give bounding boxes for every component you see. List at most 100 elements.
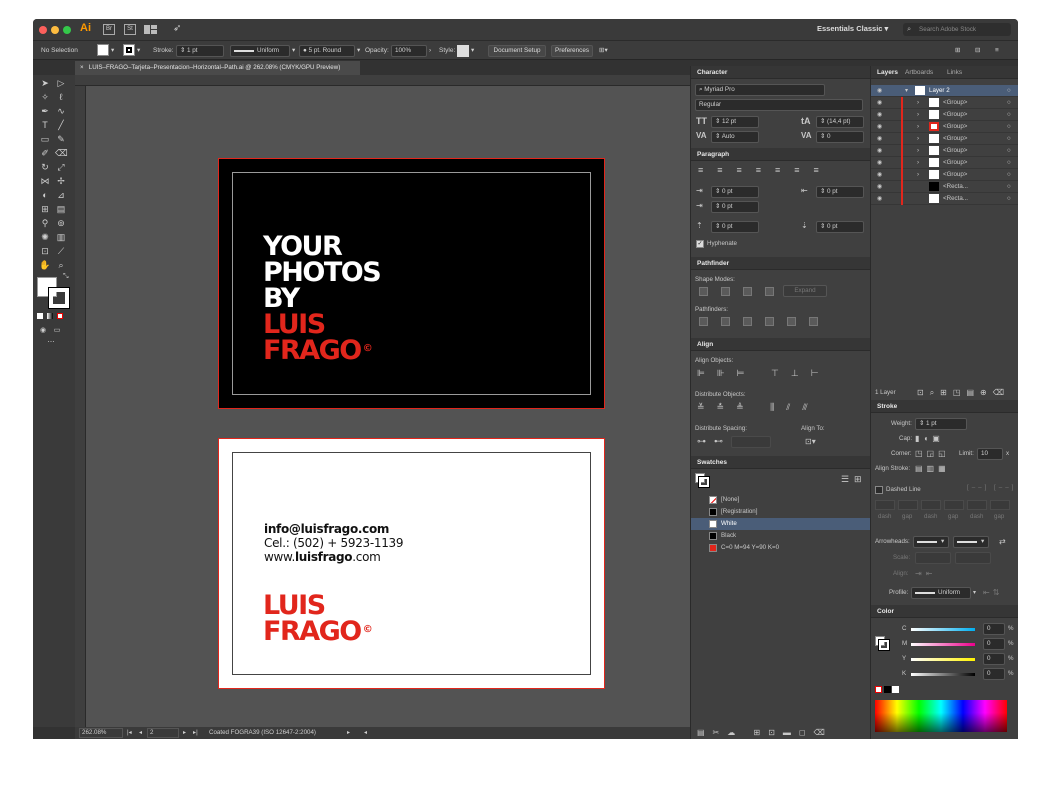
paintbrush-tool-icon[interactable]: ✎ bbox=[55, 133, 67, 145]
leading-field[interactable]: ⇕ (14,4 pt) bbox=[816, 116, 864, 128]
layer-row[interactable]: ◉ <Recta... ○ bbox=[871, 181, 1018, 193]
dashed-line-checkbox[interactable] bbox=[875, 486, 883, 494]
minus-front-icon[interactable] bbox=[721, 287, 730, 296]
none-mode-icon[interactable] bbox=[57, 313, 63, 319]
stroke-weight-input[interactable]: ⇕ 1 pt bbox=[915, 418, 967, 430]
status-arrow-icon[interactable]: ◂ bbox=[364, 727, 367, 739]
rectangle-tool-icon[interactable]: ▭ bbox=[39, 133, 51, 145]
white-color-icon[interactable] bbox=[892, 686, 899, 693]
zoom-window-button[interactable] bbox=[63, 26, 71, 34]
chevron-right-icon[interactable]: › bbox=[429, 45, 431, 57]
color-spectrum[interactable] bbox=[875, 700, 1007, 732]
list-view-icon[interactable]: ☰ bbox=[841, 474, 849, 485]
font-family-field[interactable]: ⌕ Myriad Pro bbox=[695, 84, 825, 96]
layer-row[interactable]: ◉ › <Group> ○ bbox=[871, 157, 1018, 169]
unite-icon[interactable] bbox=[699, 287, 708, 296]
chevron-down-icon[interactable]: ▾ bbox=[111, 45, 114, 57]
horizontal-ruler[interactable] bbox=[75, 75, 690, 86]
align-panel-icon[interactable]: ⊟ bbox=[975, 45, 980, 57]
arrow-align-buttons[interactable]: ⇥⇤ bbox=[915, 569, 936, 578]
stock-button[interactable]: St bbox=[124, 24, 136, 35]
hyphenate-checkbox[interactable]: ✓ bbox=[696, 240, 704, 248]
slice-tool-icon[interactable]: ⟋ bbox=[55, 245, 67, 257]
dash-alignment-buttons[interactable]: [‒‒] [‒‒] bbox=[967, 484, 1016, 491]
magenta-slider[interactable] bbox=[911, 643, 975, 646]
divide-icon[interactable] bbox=[699, 317, 708, 326]
variable-width-profile[interactable]: Uniform bbox=[230, 45, 290, 57]
last-artboard-icon[interactable]: ▸| bbox=[193, 727, 198, 739]
layer-row[interactable]: ◉ › <Group> ○ bbox=[871, 97, 1018, 109]
gradient-mode-icon[interactable] bbox=[47, 313, 53, 319]
direct-selection-tool-icon[interactable]: ▷ bbox=[55, 77, 67, 89]
merge-icon[interactable] bbox=[743, 317, 752, 326]
intersect-icon[interactable] bbox=[743, 287, 752, 296]
cyan-slider[interactable] bbox=[911, 628, 975, 631]
hand-tool-icon[interactable]: ✋ bbox=[39, 259, 51, 271]
first-artboard-icon[interactable]: |◂ bbox=[127, 727, 132, 739]
tab-layers[interactable]: Layers bbox=[877, 66, 898, 79]
previous-artboard-icon[interactable]: ◂ bbox=[139, 727, 142, 739]
gradient-tool-icon[interactable]: ▤ bbox=[55, 203, 67, 215]
paragraph-panel-header[interactable]: Paragraph bbox=[691, 148, 870, 161]
cap-buttons[interactable]: ▮◖▣ bbox=[915, 434, 944, 443]
minimize-window-button[interactable] bbox=[51, 26, 59, 34]
none-color-icon[interactable] bbox=[875, 686, 882, 693]
zoom-level-field[interactable]: 262.08% bbox=[79, 728, 123, 738]
chevron-down-icon[interactable]: ▾ bbox=[905, 87, 908, 94]
pen-tool-icon[interactable]: ✒ bbox=[39, 105, 51, 117]
dash-gap-fields[interactable]: dash gap dash gap dash gap bbox=[875, 500, 1015, 522]
zoom-tool-icon[interactable]: ⌕ bbox=[55, 259, 67, 271]
layer-row[interactable]: ◉ › <Group> ○ bbox=[871, 109, 1018, 121]
corner-buttons[interactable]: ◳◲◱ bbox=[915, 449, 950, 458]
layer-row[interactable]: ◉ › <Group> ○ bbox=[871, 169, 1018, 181]
font-style-field[interactable]: Regular bbox=[695, 99, 863, 111]
edit-toolbar-icon[interactable]: ⋯ bbox=[45, 337, 57, 349]
swatches-panel-header[interactable]: Swatches bbox=[691, 456, 870, 469]
line-tool-icon[interactable]: ╱ bbox=[55, 119, 67, 131]
selection-tool-icon[interactable]: ➤ bbox=[39, 77, 51, 89]
kerning-field[interactable]: ⇕ Auto bbox=[711, 131, 759, 143]
crop-icon[interactable] bbox=[765, 317, 774, 326]
shape-builder-tool-icon[interactable]: ◐ bbox=[39, 189, 51, 201]
start-arrowhead-select[interactable]: ▾ bbox=[913, 536, 949, 548]
gpu-performance-icon[interactable]: ➶ bbox=[173, 23, 181, 34]
layer-row[interactable]: ◉ › <Group> ○ bbox=[871, 145, 1018, 157]
type-tool-icon[interactable]: T bbox=[39, 119, 51, 131]
chevron-down-icon[interactable]: ▾ bbox=[471, 45, 474, 57]
color-mode-icon[interactable] bbox=[37, 313, 43, 319]
expand-button[interactable]: Expand bbox=[783, 285, 827, 297]
distribute-spacing-buttons[interactable]: ⊶⊷ bbox=[697, 436, 731, 447]
opacity-field[interactable]: 100% bbox=[391, 45, 427, 57]
font-size-field[interactable]: ⇕ 12 pt bbox=[711, 116, 759, 128]
flip-profile-buttons[interactable]: ⇤⇅ bbox=[983, 588, 1002, 597]
workspace-switcher[interactable]: Essentials Classic ▾ bbox=[817, 24, 888, 33]
mesh-tool-icon[interactable]: ⊞ bbox=[39, 203, 51, 215]
cyan-field[interactable]: 0 bbox=[983, 623, 1005, 635]
arrow-start-scale-field[interactable] bbox=[915, 552, 951, 564]
trim-icon[interactable] bbox=[721, 317, 730, 326]
color-stroke-swatch[interactable] bbox=[878, 639, 890, 651]
chevron-down-icon[interactable]: ▾ bbox=[292, 45, 295, 57]
stroke-color-box[interactable] bbox=[48, 287, 70, 309]
perspective-grid-tool-icon[interactable]: ⊿ bbox=[55, 189, 67, 201]
fill-swatch[interactable] bbox=[97, 44, 109, 56]
paragraph-alignment-buttons[interactable]: ≡≡≡≡≡≡≡ bbox=[698, 165, 833, 175]
chevron-down-icon[interactable]: ▾ bbox=[137, 45, 140, 57]
end-arrowhead-select[interactable]: ▾ bbox=[953, 536, 989, 548]
draw-mode-icon[interactable]: ◉ bbox=[37, 325, 49, 337]
width-profile-select[interactable]: Uniform bbox=[911, 587, 971, 599]
black-color-icon[interactable] bbox=[884, 686, 891, 693]
artboard-tool-icon[interactable]: ⊡ bbox=[39, 245, 51, 257]
chevron-down-icon[interactable]: ▾ bbox=[973, 589, 976, 596]
symbol-sprayer-tool-icon[interactable]: ✺ bbox=[39, 231, 51, 243]
stroke-swatch[interactable] bbox=[123, 44, 135, 56]
panel-menu-icon[interactable]: ≡ bbox=[995, 45, 999, 57]
yellow-slider[interactable] bbox=[911, 658, 975, 661]
column-graph-tool-icon[interactable]: ▥ bbox=[55, 231, 67, 243]
puppet-warp-tool-icon[interactable]: ✢ bbox=[55, 175, 67, 187]
swap-arrowheads-icon[interactable]: ⇄ bbox=[999, 537, 1006, 546]
swatch-panel-footer-icons[interactable]: ▤✂☁ ⊞⊡▬◻⌫ bbox=[697, 728, 833, 737]
pathfinder-panel-header[interactable]: Pathfinder bbox=[691, 257, 870, 270]
left-indent-field[interactable]: ⇕ 0 pt bbox=[711, 186, 759, 198]
tab-artboards[interactable]: Artboards bbox=[905, 66, 933, 79]
